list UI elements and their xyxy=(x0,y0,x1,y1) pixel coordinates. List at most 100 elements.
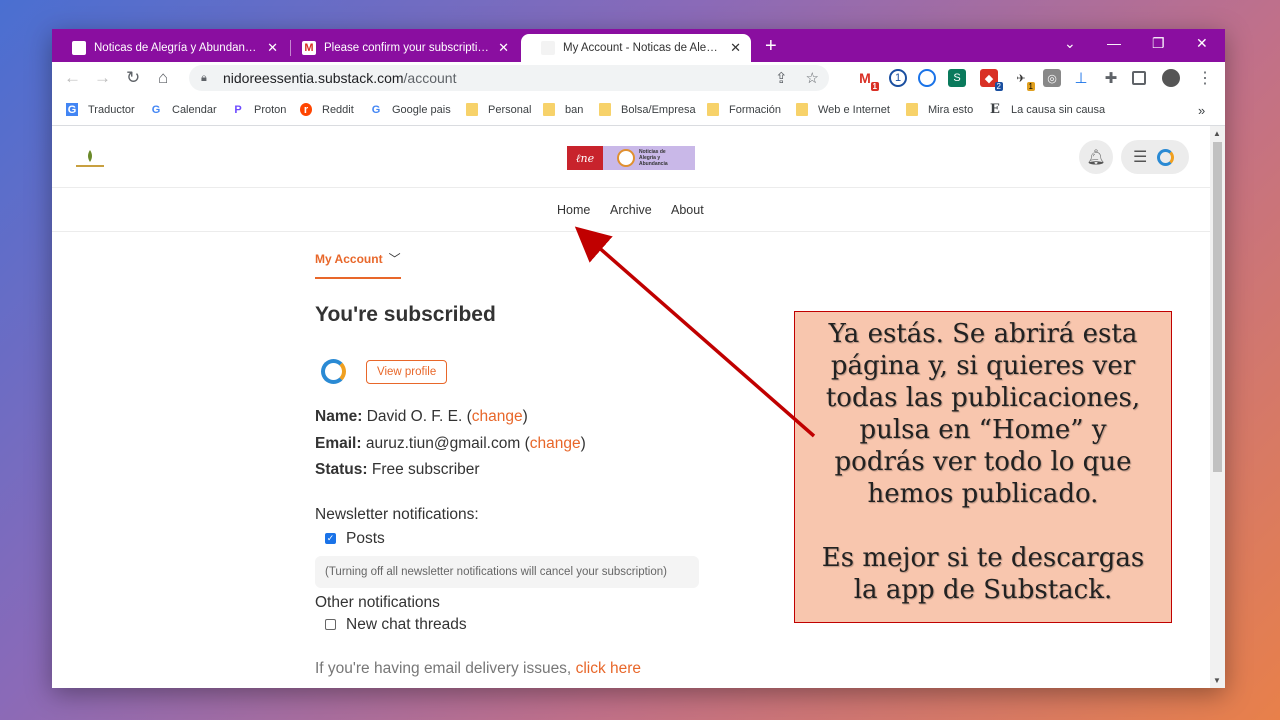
my-account-tab[interactable]: My Account ﹀ xyxy=(315,250,401,279)
tab-strip: Noticas de Alegría y Abundancia | D ✕ M … xyxy=(52,29,1225,62)
nav-about[interactable]: About xyxy=(671,203,704,217)
posts-checkbox[interactable]: ✓ xyxy=(325,533,336,544)
banner-left-logo: ℓne xyxy=(567,146,603,170)
profile-row: View profile xyxy=(315,359,775,384)
newsletter-notifications-title: Newsletter notifications: xyxy=(315,505,479,523)
bookmark-bolsa-empresa[interactable]: Bolsa/Empresa xyxy=(599,103,696,116)
google-icon: G xyxy=(371,103,381,116)
page-scrollbar[interactable]: ▲ ▼ xyxy=(1210,126,1225,688)
callout-line: todas las publicaciones, xyxy=(825,383,1141,413)
change-name-link[interactable]: change xyxy=(472,408,523,425)
circle-extension-icon[interactable] xyxy=(918,69,936,87)
folder-icon xyxy=(906,103,918,116)
bookmark-mira-esto[interactable]: Mira esto xyxy=(906,103,973,116)
url-host: nidoreessentia.substack.com xyxy=(223,70,404,86)
close-icon[interactable]: ✕ xyxy=(267,40,278,56)
site-header: ℓne Noticias de Alegría y Abundancia 🔔︎ ☰ xyxy=(52,126,1210,188)
scroll-thumb[interactable] xyxy=(1213,142,1222,472)
banner-right-logo: Noticias de Alegría y Abundancia xyxy=(603,146,695,170)
avatar xyxy=(321,359,346,384)
reload-button[interactable]: ↻ xyxy=(126,68,140,88)
email-row: Email: auruz.tiun@gmail.com (change) xyxy=(315,434,586,452)
name-row: Name: David O. F. E. (change) xyxy=(315,408,528,425)
scroll-down-icon[interactable]: ▼ xyxy=(1213,676,1221,685)
back-button[interactable]: ← xyxy=(64,68,81,88)
view-profile-button[interactable]: View profile xyxy=(366,359,448,384)
close-icon[interactable]: ✕ xyxy=(730,40,741,56)
close-window-button[interactable]: ✕ xyxy=(1196,35,1208,52)
bookmark-reddit[interactable]: r Reddit xyxy=(300,103,354,116)
folder-icon xyxy=(599,103,611,116)
bookmark-web-internet[interactable]: Web e Internet xyxy=(796,103,890,116)
broom-extension-icon[interactable]: ⊥ xyxy=(1072,69,1090,87)
notifications-bell-icon[interactable]: 🔔︎ xyxy=(1079,140,1113,174)
tab-noticas[interactable]: Noticas de Alegría y Abundancia | D ✕ xyxy=(52,34,288,62)
minimize-button[interactable]: — xyxy=(1107,35,1121,51)
bookmark-calendar[interactable]: G Calendar xyxy=(150,103,217,116)
tab-my-account[interactable]: My Account - Noticas de Alegría y A ✕ xyxy=(521,34,751,62)
tab-search-icon[interactable]: ⌄ xyxy=(1064,35,1076,52)
user-avatar xyxy=(1157,148,1175,166)
address-bar[interactable]: 🔒︎ nidoreessentia.substack.com/account ⇪… xyxy=(189,65,829,91)
callout-line: Es mejor si te descargas xyxy=(821,543,1145,573)
bookmark-google-pais[interactable]: G Google pais xyxy=(370,103,451,116)
bookmark-proton[interactable]: P Proton xyxy=(232,103,286,116)
callout-line: hemos publicado. xyxy=(867,479,1099,509)
new-tab-button[interactable]: + xyxy=(765,35,777,58)
restore-button[interactable]: ❐ xyxy=(1152,35,1165,52)
puzzle-icon[interactable]: ✚ xyxy=(1102,69,1120,87)
chat-checkbox-row[interactable]: New chat threads xyxy=(325,616,775,634)
side-panel-icon[interactable] xyxy=(1132,71,1146,85)
proton-icon: P xyxy=(234,103,242,116)
nav-home[interactable]: Home xyxy=(557,203,590,217)
tab-label: My Account - Noticas de Alegría y A xyxy=(563,42,722,54)
lock-icon: 🔒︎ xyxy=(201,72,207,84)
change-email-link[interactable]: change xyxy=(530,435,581,452)
s-extension-icon[interactable]: S xyxy=(948,69,966,87)
posts-checkbox-row[interactable]: ✓ Posts xyxy=(325,530,775,548)
chevron-down-icon: ﹀ xyxy=(388,252,401,266)
bookmark-formacion[interactable]: Formación xyxy=(707,103,781,116)
bookmark-la-causa[interactable]: E La causa sin causa xyxy=(989,102,1105,117)
callout-line: la app de Substack. xyxy=(853,575,1113,605)
instruction-callout: Ya estás. Se abrirá esta página y, si qu… xyxy=(794,311,1172,623)
screenshot-extension-icon[interactable]: ◎ xyxy=(1043,69,1061,87)
publication-banner[interactable]: ℓne Noticias de Alegría y Abundancia xyxy=(567,146,695,170)
bird-extension-icon[interactable]: ✈ 1 xyxy=(1012,69,1035,91)
bookmark-personal[interactable]: Personal xyxy=(466,103,531,116)
forward-button[interactable]: → xyxy=(94,68,111,88)
other-notifications-title: Other notifications xyxy=(315,593,440,611)
share-icon[interactable]: ⇪ xyxy=(775,69,788,87)
user-menu-button[interactable]: ☰ xyxy=(1121,140,1189,174)
bookmark-ban[interactable]: ban xyxy=(543,103,583,116)
e-icon: E xyxy=(990,102,1000,117)
bookmarks-bar: G Traductor G Calendar P Proton r Reddit G Go… xyxy=(52,94,1225,126)
hamburger-icon: ☰ xyxy=(1133,149,1148,166)
chat-threads-checkbox[interactable] xyxy=(325,619,336,630)
callout-line: pulsa en “Home” y xyxy=(859,415,1107,445)
site-logo[interactable] xyxy=(72,146,108,170)
red-extension-icon[interactable]: ◆ 2 xyxy=(980,69,1003,91)
callout-line: Ya estás. Se abrirá esta xyxy=(828,319,1138,349)
home-icon[interactable]: ⌂ xyxy=(158,68,168,88)
reddit-icon: r xyxy=(300,103,312,116)
scroll-up-icon[interactable]: ▲ xyxy=(1213,129,1221,138)
close-icon[interactable]: ✕ xyxy=(498,40,509,56)
password-manager-icon[interactable]: 1 xyxy=(889,69,907,87)
profile-avatar[interactable] xyxy=(1162,69,1180,87)
browser-toolbar: ← → ↻ ⌂ 🔒︎ nidoreessentia.substack.com/a… xyxy=(52,62,1225,94)
site-favicon xyxy=(541,41,555,55)
bookmark-star-icon[interactable]: ☆ xyxy=(806,69,819,87)
translate-icon: G xyxy=(66,103,78,116)
gmail-icon: M xyxy=(302,41,316,55)
tab-confirm-subscription[interactable]: M Please confirm your subscription - a ✕ xyxy=(282,34,519,62)
unsubscribe-note: (Turning off all newsletter notification… xyxy=(315,555,699,588)
nav-archive[interactable]: Archive xyxy=(610,203,652,217)
gmail-extension-icon[interactable]: M1 xyxy=(856,69,879,91)
email-issue-text: If you're having email delivery issues, … xyxy=(315,659,642,677)
tab-label: Please confirm your subscription - a xyxy=(324,42,491,54)
bookmark-traductor[interactable]: G Traductor xyxy=(66,103,135,116)
click-here-link[interactable]: click here xyxy=(576,660,641,677)
more-bookmarks-icon[interactable]: » xyxy=(1198,103,1205,118)
more-menu-icon[interactable]: ⋮ xyxy=(1196,69,1214,87)
